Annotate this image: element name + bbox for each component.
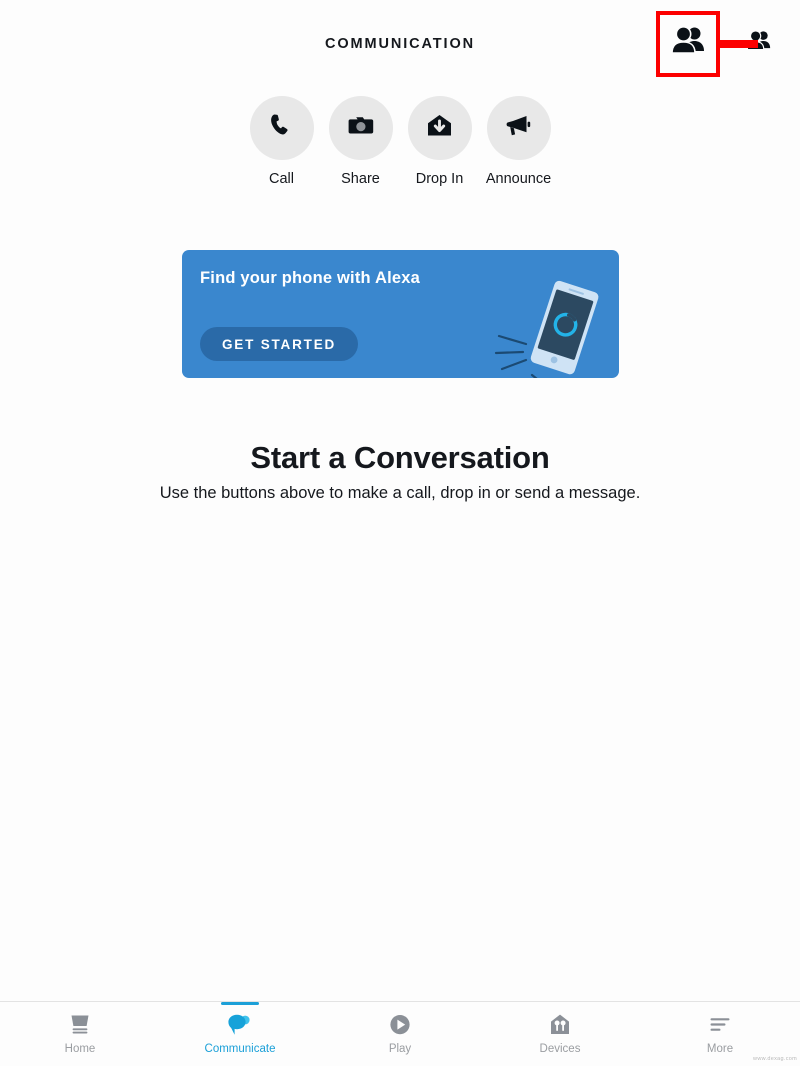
- play-circle-icon: [387, 1012, 413, 1038]
- camera-icon: [347, 114, 375, 143]
- bottom-navigation: Home Communicate Play Devices More www.d…: [0, 1001, 800, 1066]
- nav-label-devices: Devices: [539, 1043, 581, 1055]
- contacts-button[interactable]: [668, 22, 710, 64]
- action-announce-circle[interactable]: [486, 96, 551, 160]
- hamburger-menu-icon: [707, 1012, 733, 1038]
- megaphone-icon: [504, 113, 533, 144]
- action-drop-in-circle[interactable]: [407, 96, 472, 160]
- app-header: COMMUNICATION: [0, 0, 800, 88]
- action-call[interactable]: Call: [249, 96, 314, 187]
- action-button-row: Call Share Drop In Announce: [0, 96, 800, 187]
- nav-label-communicate: Communicate: [204, 1043, 276, 1055]
- action-share-circle[interactable]: [328, 96, 393, 160]
- house-devices-icon: [547, 1012, 573, 1038]
- nav-label-more: More: [706, 1043, 734, 1055]
- action-share[interactable]: Share: [328, 96, 393, 187]
- action-announce-label: Announce: [485, 171, 552, 187]
- action-share-label: Share: [341, 171, 380, 187]
- action-call-label: Call: [269, 171, 294, 187]
- phone-icon: [268, 112, 295, 144]
- phone-illustration: [485, 274, 615, 378]
- promo-card[interactable]: Find your phone with Alexa GET STARTED: [182, 250, 619, 378]
- action-drop-in[interactable]: Drop In: [407, 96, 472, 187]
- contacts-people-icon-small: [746, 29, 773, 57]
- nav-item-home[interactable]: Home: [0, 1002, 160, 1066]
- echo-device-icon: [67, 1012, 93, 1038]
- app-screen: COMMUNICATION Call Share Drop In Announc…: [0, 0, 800, 1066]
- nav-label-home: Home: [64, 1043, 96, 1055]
- speech-bubbles-icon: [227, 1012, 253, 1038]
- nav-item-play[interactable]: Play: [320, 1002, 480, 1066]
- active-tab-indicator: [221, 1002, 259, 1005]
- contacts-people-icon: [670, 25, 708, 61]
- empty-state-title: Start a Conversation: [250, 440, 550, 475]
- contacts-button-duplicate[interactable]: [744, 29, 774, 57]
- promo-title: Find your phone with Alexa: [200, 269, 421, 287]
- nav-item-communicate[interactable]: Communicate: [160, 1002, 320, 1066]
- drop-in-house-arrow-icon: [426, 113, 453, 144]
- action-announce[interactable]: Announce: [486, 96, 551, 187]
- nav-label-play: Play: [388, 1043, 412, 1055]
- action-call-circle[interactable]: [249, 96, 314, 160]
- action-drop-in-label: Drop In: [415, 171, 464, 187]
- empty-state-subtitle: Use the buttons above to make a call, dr…: [159, 484, 641, 502]
- watermark: www.dexag.com: [753, 1056, 797, 1062]
- get-started-button[interactable]: GET STARTED: [200, 327, 359, 361]
- empty-state: Start a Conversation Use the buttons abo…: [0, 440, 800, 503]
- nav-item-devices[interactable]: Devices: [480, 1002, 640, 1066]
